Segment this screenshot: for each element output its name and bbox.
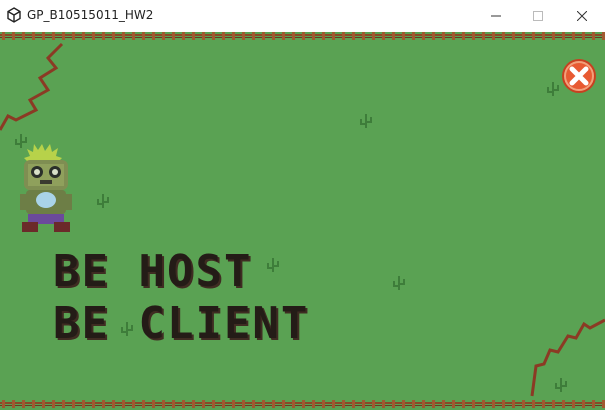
close-window-button[interactable] <box>559 0 605 32</box>
maximize-icon <box>533 11 543 21</box>
cactus-sprite <box>360 114 372 128</box>
ground-crack-top-left <box>0 42 64 131</box>
fence-bottom <box>0 400 605 408</box>
be-client-button[interactable]: BE CLIENT <box>53 302 309 346</box>
be-host-button[interactable]: BE HOST <box>53 250 252 294</box>
maximize-button[interactable] <box>515 0 561 32</box>
cactus-sprite <box>267 258 279 272</box>
cactus-sprite <box>97 194 109 208</box>
cactus-sprite <box>555 378 567 392</box>
quit-game-button[interactable] <box>561 58 597 94</box>
unity-logo-icon <box>7 7 21 23</box>
cactus-sprite <box>547 82 559 96</box>
game-viewport: BE HOST BE CLIENT <box>0 32 605 410</box>
zombie-character-sprite <box>20 144 72 232</box>
close-icon <box>577 11 587 21</box>
window-title: GP_B10515011_HW2 <box>27 8 154 22</box>
window-titlebar: GP_B10515011_HW2 <box>0 0 605 32</box>
minimize-button[interactable] <box>473 0 519 32</box>
cactus-sprite <box>393 276 405 290</box>
fence-top <box>0 32 605 40</box>
minimize-icon <box>491 15 501 17</box>
